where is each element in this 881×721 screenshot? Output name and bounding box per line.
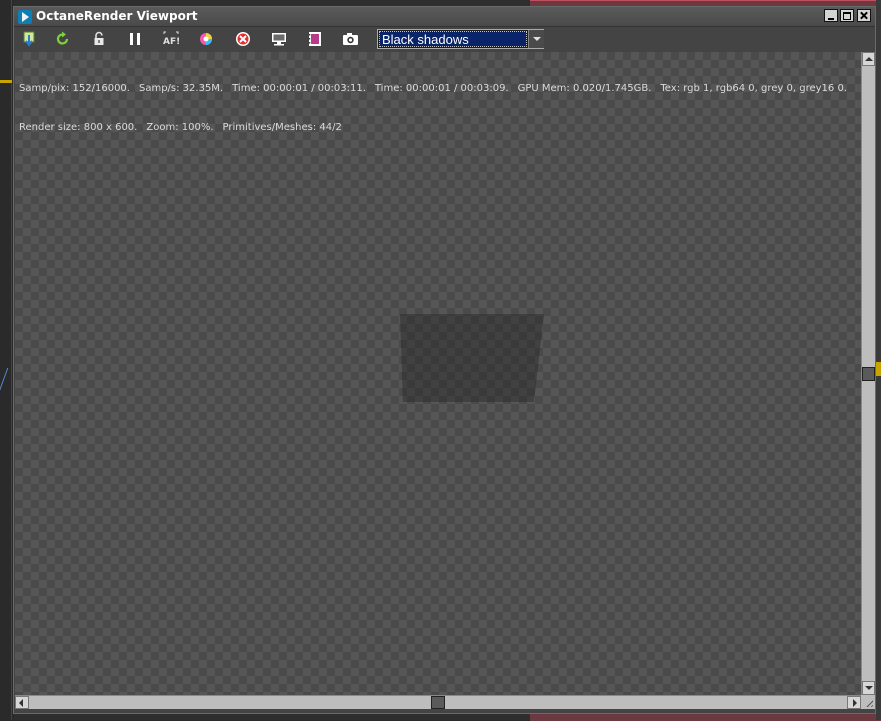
stat-time-render: Time: 00:00:01 / 00:03:09. xyxy=(374,83,509,94)
afi-label: AF! xyxy=(163,37,180,47)
vertical-scroll-thumb[interactable] xyxy=(862,367,875,381)
restart-render-icon xyxy=(56,31,69,45)
stop-render-button[interactable] xyxy=(232,29,254,49)
stats-line-2: Render size: 800 x 600. Zoom: 100%. Primit… xyxy=(19,121,856,134)
stat-samples-per-pixel: Samp/pix: 152/16000. xyxy=(19,83,130,94)
stat-zoom: Zoom: 100%. xyxy=(146,122,214,133)
horizontal-scroll-thumb[interactable] xyxy=(431,696,445,709)
lock-button[interactable] xyxy=(88,29,110,49)
host-right-marker xyxy=(876,362,881,376)
scroll-up-arrow-icon[interactable] xyxy=(862,52,875,66)
stop-render-icon xyxy=(236,32,250,46)
octane-viewport-window: OctaneRender Viewport AF! Black shadows … xyxy=(13,6,876,714)
stat-gpu-memory: GPU Mem: 0.020/1.745GB. xyxy=(517,83,652,94)
stat-time-total: Time: 00:00:01 / 00:03:11. xyxy=(232,83,366,94)
stats-line-1: Samp/pix: 152/16000. Samp/s: 32.35M. Time:… xyxy=(19,82,856,95)
stat-textures: Tex: rgb 1, rgb64 0, grey 0, grey16 0. xyxy=(660,83,847,94)
pause-button[interactable] xyxy=(124,29,146,49)
afi-focus-icon: AF! xyxy=(163,31,180,47)
maximize-button[interactable] xyxy=(840,9,854,22)
camera-button[interactable] xyxy=(340,29,362,49)
color-picker-button[interactable] xyxy=(196,29,218,49)
chevron-down-icon[interactable] xyxy=(528,30,544,48)
window-title: OctaneRender Viewport xyxy=(36,9,198,23)
camera-icon xyxy=(343,33,358,45)
scroll-right-arrow-icon[interactable] xyxy=(847,696,861,709)
stat-render-size: Render size: 800 x 600. xyxy=(19,122,138,133)
display-settings-icon xyxy=(272,33,286,46)
stat-primitives-meshes: Primitives/Meshes: 44/2 xyxy=(222,122,342,133)
render-statistics: Samp/pix: 152/16000. Samp/s: 32.35M. Time:… xyxy=(19,56,856,160)
scroll-left-arrow-icon[interactable] xyxy=(15,696,29,709)
horizontal-scrollbar[interactable] xyxy=(15,695,861,709)
restart-render-button[interactable] xyxy=(52,29,74,49)
host-grid-line xyxy=(11,0,12,720)
title-bar[interactable]: OctaneRender Viewport xyxy=(14,7,875,27)
resize-grip-icon[interactable] xyxy=(861,695,875,709)
rendered-object xyxy=(400,314,544,402)
send-scene-icon xyxy=(23,31,35,47)
vertical-scrollbar[interactable] xyxy=(861,52,875,695)
octane-app-icon xyxy=(18,10,32,24)
display-settings-button[interactable] xyxy=(268,29,290,49)
send-scene-button[interactable] xyxy=(18,29,40,49)
render-mode-value[interactable]: Black shadows xyxy=(379,31,527,47)
color-picker-icon xyxy=(200,33,212,45)
render-mode-select[interactable]: Black shadows xyxy=(377,29,544,49)
pause-icon xyxy=(130,33,140,45)
close-button[interactable] xyxy=(857,9,871,22)
film-region-button[interactable] xyxy=(304,29,326,49)
host-yellow-marker xyxy=(0,80,12,83)
minimize-button[interactable] xyxy=(824,9,838,22)
film-region-icon xyxy=(309,32,321,46)
render-viewport[interactable]: Samp/pix: 152/16000. Samp/s: 32.35M. Time:… xyxy=(15,52,861,695)
toolbar: AF! Black shadows xyxy=(14,27,875,52)
afi-focus-button[interactable]: AF! xyxy=(160,29,182,49)
host-right-edge xyxy=(876,0,881,720)
stat-samples-per-second: Samp/s: 32.35M. xyxy=(138,83,224,94)
scroll-down-arrow-icon[interactable] xyxy=(862,681,875,695)
lock-icon xyxy=(94,31,104,45)
